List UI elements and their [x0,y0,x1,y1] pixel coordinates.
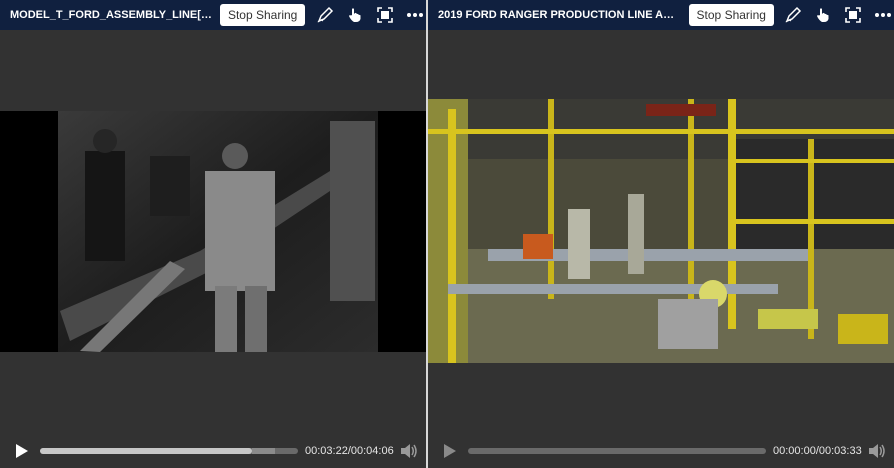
fullscreen-icon[interactable] [375,4,396,26]
video-frame[interactable] [428,99,894,363]
progress-bar[interactable] [468,448,766,454]
volume-icon[interactable] [868,443,886,459]
time-readout: 00:00:00/00:03:33 [773,445,862,457]
video-still-image [0,111,426,352]
time-readout: 00:03:22/00:04:06 [305,445,394,457]
progress-fill [40,448,252,454]
share-panel-left: MODEL_T_FORD_ASSEMBLY_LINE[YOU... Stop S… [0,0,426,468]
play-icon[interactable] [12,441,32,461]
share-panel-right: 2019 FORD RANGER PRODUCTION LINE AMER...… [428,0,894,468]
annotate-pen-icon[interactable] [314,4,335,26]
more-options-icon[interactable] [405,4,426,26]
playback-controls: 00:03:22/00:04:06 [0,438,426,464]
buffered-bar [251,448,275,454]
play-icon[interactable] [440,441,460,461]
volume-icon[interactable] [400,443,418,459]
video-still-image [428,99,894,363]
progress-bar[interactable] [40,448,298,454]
more-options-icon[interactable] [873,4,894,26]
video-frame[interactable] [0,111,426,352]
panel-header: MODEL_T_FORD_ASSEMBLY_LINE[YOU... Stop S… [0,0,426,30]
stop-sharing-button[interactable]: Stop Sharing [219,4,306,26]
annotate-pen-icon[interactable] [783,4,804,26]
share-title: 2019 FORD RANGER PRODUCTION LINE AMER... [438,9,683,21]
playback-controls: 00:00:00/00:03:33 [428,438,894,464]
pointer-hand-icon[interactable] [813,4,834,26]
stop-sharing-button[interactable]: Stop Sharing [688,4,774,26]
fullscreen-icon[interactable] [843,4,864,26]
pointer-hand-icon[interactable] [345,4,366,26]
panel-header: 2019 FORD RANGER PRODUCTION LINE AMER...… [428,0,894,30]
share-title: MODEL_T_FORD_ASSEMBLY_LINE[YOU... [10,9,214,21]
